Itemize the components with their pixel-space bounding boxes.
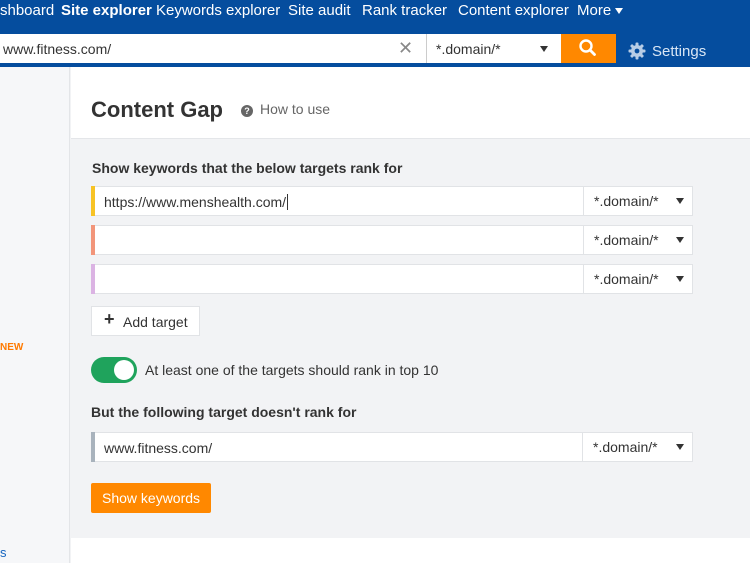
- settings-link[interactable]: Settings: [628, 42, 706, 60]
- top10-toggle-label: At least one of the targets should rank …: [145, 362, 439, 378]
- target-input-value: https://www.menshealth.com/: [104, 194, 289, 210]
- target-mode-value: *.domain/*: [594, 193, 659, 209]
- exclude-mode-select[interactable]: *.domain/*: [582, 433, 692, 461]
- page-header: Content Gap ? How to use: [71, 67, 750, 139]
- exclude-target-input[interactable]: www.fitness.com/ *.domain/*: [91, 432, 693, 462]
- nav-item-more[interactable]: More: [577, 2, 624, 19]
- nav-item-keywords-explorer[interactable]: Keywords explorer: [156, 2, 280, 19]
- target-input-3[interactable]: *.domain/*: [91, 264, 693, 294]
- target-mode-select[interactable]: *.domain/*: [583, 187, 692, 215]
- nav-item-dashboard[interactable]: shboard: [0, 2, 54, 19]
- chevron-down-icon: [676, 237, 684, 243]
- new-badge: NEW: [0, 342, 24, 353]
- add-target-label: Add target: [123, 314, 188, 330]
- help-icon: ?: [241, 105, 253, 117]
- targets-label: Show keywords that the below targets ran…: [92, 160, 403, 176]
- target-value-text: https://www.menshealth.com/: [104, 194, 287, 210]
- plus-icon: +: [104, 309, 115, 329]
- url-input-value: www.fitness.com/: [3, 41, 112, 57]
- target-mode-value: *.domain/*: [594, 232, 659, 248]
- how-to-use-label: How to use: [260, 101, 331, 117]
- content-gap-form: Show keywords that the below targets ran…: [71, 140, 750, 538]
- search-icon: [579, 39, 596, 56]
- exclude-input-value: www.fitness.com/: [104, 440, 213, 456]
- top-nav: shboard Site explorer Keywords explorer …: [0, 0, 750, 26]
- exclude-mode-value: *.domain/*: [593, 439, 658, 455]
- target-color-stripe: [91, 225, 95, 255]
- text-cursor: [287, 194, 289, 210]
- gear-icon: [628, 42, 646, 60]
- chevron-down-icon: [676, 198, 684, 204]
- left-sidebar: NEW s: [0, 67, 70, 563]
- top10-toggle[interactable]: [91, 357, 137, 383]
- chevron-down-icon: [676, 444, 684, 450]
- target-color-stripe: [91, 186, 95, 216]
- toggle-knob: [114, 360, 134, 380]
- url-input[interactable]: www.fitness.com/ ✕: [0, 34, 426, 63]
- chevron-down-icon: [540, 46, 548, 52]
- show-keywords-button[interactable]: Show keywords: [91, 483, 211, 513]
- search-bar: www.fitness.com/ ✕ *.domain/* Settings: [0, 26, 750, 67]
- search-button[interactable]: [561, 34, 616, 63]
- page-footer-area: [71, 538, 750, 563]
- nav-item-rank-tracker[interactable]: Rank tracker: [362, 2, 447, 19]
- page-title: Content Gap: [91, 97, 223, 122]
- target-color-stripe: [91, 264, 95, 294]
- mode-select[interactable]: *.domain/*: [426, 34, 561, 63]
- nav-item-site-explorer[interactable]: Site explorer: [61, 2, 152, 19]
- settings-label: Settings: [652, 43, 707, 60]
- target-mode-select[interactable]: *.domain/*: [583, 265, 692, 293]
- target-color-stripe: [91, 432, 95, 462]
- target-mode-select[interactable]: *.domain/*: [583, 226, 692, 254]
- target-mode-value: *.domain/*: [594, 271, 659, 287]
- mode-select-value: *.domain/*: [436, 41, 501, 57]
- sidebar-item-label[interactable]: s: [0, 545, 7, 560]
- add-target-button[interactable]: + Add target: [91, 306, 200, 336]
- nav-item-site-audit[interactable]: Site audit: [288, 2, 351, 19]
- nav-item-content-explorer[interactable]: Content explorer: [458, 2, 569, 19]
- how-to-use-link[interactable]: ? How to use: [241, 101, 330, 117]
- nav-more-label: More: [577, 2, 612, 19]
- exclude-label: But the following target doesn't rank fo…: [91, 404, 357, 420]
- chevron-down-icon: [676, 276, 684, 282]
- target-input-1[interactable]: https://www.menshealth.com/ *.domain/*: [91, 186, 693, 216]
- close-icon[interactable]: ✕: [398, 38, 413, 58]
- target-input-2[interactable]: *.domain/*: [91, 225, 693, 255]
- show-keywords-label: Show keywords: [102, 490, 201, 506]
- chevron-down-icon: [615, 8, 624, 15]
